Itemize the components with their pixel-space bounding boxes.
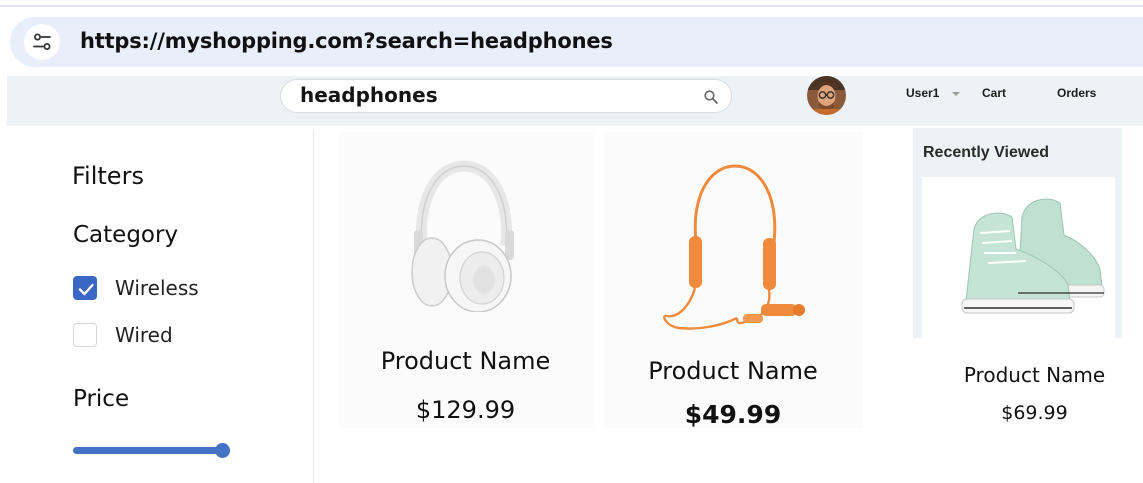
orders-link[interactable]: Orders	[1057, 86, 1096, 100]
tune-icon	[33, 33, 51, 50]
product-name[interactable]: Product Name	[603, 357, 863, 385]
cart-link[interactable]: Cart	[982, 86, 1006, 100]
product-card[interactable]: Product Name $129.99	[338, 132, 593, 428]
price-title: Price	[73, 386, 130, 412]
category-title: Category	[73, 222, 179, 248]
chevron-down-icon[interactable]	[950, 88, 962, 100]
product-price: $69.99	[1001, 402, 1068, 424]
product-price: $129.99	[415, 396, 516, 424]
site-info-button[interactable]	[24, 24, 60, 60]
high-top-sneaker-image[interactable]	[922, 177, 1115, 338]
filters-panel: Filters Category Wireless Wired Price	[44, 130, 314, 483]
url-text[interactable]: https://myshopping.com?search=headphones	[80, 29, 613, 53]
filters-title: Filters	[72, 162, 144, 190]
wireless-checkbox[interactable]	[73, 276, 97, 300]
page: https://myshopping.com?search=headphones…	[0, 0, 1143, 483]
search-input[interactable]: headphones	[280, 79, 732, 113]
checkmark-icon	[78, 283, 94, 296]
product-name[interactable]: Product Name	[917, 363, 1143, 387]
product-name[interactable]: Product Name	[338, 347, 593, 375]
wired-checkbox[interactable]	[73, 323, 97, 347]
product-price: $49.99	[684, 400, 782, 429]
user-menu[interactable]: User1	[906, 86, 939, 100]
wireless-label[interactable]: Wireless	[115, 276, 199, 300]
recently-viewed-title: Recently Viewed	[923, 144, 1049, 161]
search-icon[interactable]	[703, 89, 719, 105]
search-value[interactable]: headphones	[300, 83, 438, 107]
price-slider[interactable]	[73, 443, 230, 459]
recently-viewed-panel: Recently Viewed	[913, 128, 1122, 338]
neckband-earbuds-image[interactable]	[659, 158, 809, 338]
price-slider-handle[interactable]	[215, 443, 230, 458]
recently-viewed-item[interactable]	[922, 177, 1115, 338]
product-card[interactable]: Product Name $49.99	[603, 132, 863, 429]
site-header: headphones User1 Cart Orders	[7, 76, 1143, 126]
over-ear-headphones-image[interactable]	[408, 160, 520, 312]
address-bar[interactable]: https://myshopping.com?search=headphones	[10, 17, 1143, 67]
price-slider-fill	[73, 447, 223, 454]
user-avatar-image	[807, 76, 846, 115]
avatar[interactable]	[807, 76, 846, 115]
browser-top-line	[0, 5, 1143, 7]
wired-label[interactable]: Wired	[115, 323, 173, 347]
